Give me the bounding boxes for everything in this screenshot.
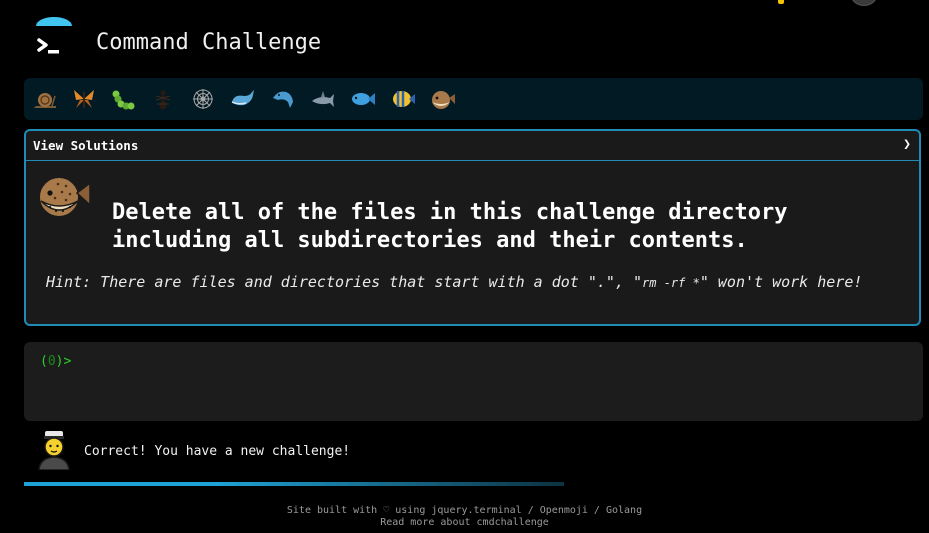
agent-avatar-icon	[38, 431, 70, 470]
blowfish-icon	[38, 176, 91, 218]
status-message: Correct! You have a new challenge!	[84, 444, 351, 459]
shark-icon[interactable]	[310, 86, 336, 112]
prompt-count: 0	[47, 354, 56, 369]
hint-code: rm -rf *	[642, 276, 700, 290]
chevron-right-icon[interactable]: ❯	[903, 137, 911, 152]
terminal[interactable]: (0)>	[24, 342, 923, 421]
challenge-panel: View Solutions ❯ Delete all of the files…	[24, 129, 921, 326]
footer: Site built with ♡ using jquery.terminal …	[0, 505, 929, 529]
terminal-prompt-icon[interactable]	[32, 17, 76, 61]
ant-icon[interactable]	[150, 86, 176, 112]
whale-icon[interactable]	[230, 86, 256, 112]
view-solutions-toggle[interactable]: View Solutions ❯	[26, 131, 919, 161]
spider-web-icon[interactable]	[190, 86, 216, 112]
prompt-open: (	[40, 354, 48, 369]
tropical-fish-icon[interactable]	[390, 86, 416, 112]
snail-icon[interactable]	[32, 86, 58, 112]
blowfish-icon[interactable]	[430, 86, 456, 112]
progress-bar	[24, 482, 564, 486]
fish-icon[interactable]	[350, 86, 376, 112]
avatar[interactable]	[850, 0, 878, 6]
hint-suffix: " won't work here!	[699, 273, 863, 291]
badges-bar	[24, 78, 923, 120]
decoration-yellow	[778, 0, 784, 4]
dolphin-icon[interactable]	[270, 86, 296, 112]
terminal-prompt[interactable]: (0)>	[40, 354, 71, 369]
footer-read-more-link[interactable]: Read more about cmdchallenge	[0, 517, 929, 529]
challenge-hint: Hint: There are files and directories th…	[46, 273, 862, 291]
caterpillar-icon[interactable]	[110, 86, 136, 112]
page-title: Command Challenge	[96, 30, 322, 55]
challenge-heading: Delete all of the files in this challeng…	[112, 200, 788, 253]
hint-prefix: Hint: There are files and directories th…	[46, 273, 643, 291]
footer-credits[interactable]: Site built with ♡ using jquery.terminal …	[0, 505, 929, 517]
view-solutions-label[interactable]: View Solutions	[33, 138, 138, 153]
butterfly-icon[interactable]	[71, 86, 97, 112]
prompt-close: )>	[55, 354, 72, 369]
